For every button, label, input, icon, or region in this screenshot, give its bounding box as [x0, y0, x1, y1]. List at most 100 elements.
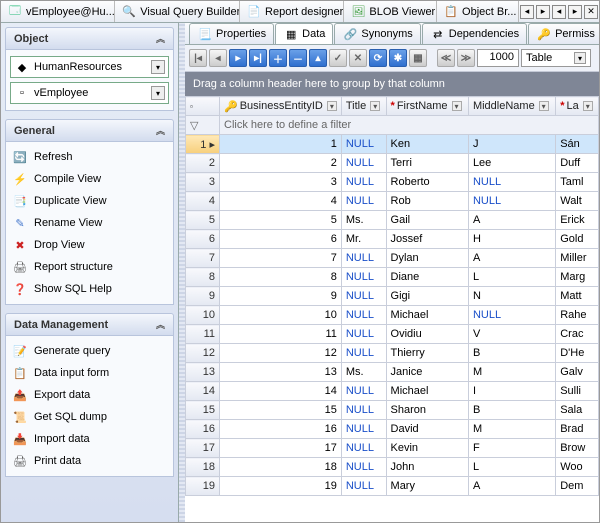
cell-id[interactable]: 4: [220, 192, 342, 211]
table-row[interactable]: 19 19NULLMaryADem: [186, 477, 599, 496]
table-row[interactable]: 11 11NULLOvidiuVCrac: [186, 325, 599, 344]
table-row[interactable]: 7 7NULLDylanAMiller: [186, 249, 599, 268]
cell-middlename[interactable]: I: [468, 382, 555, 401]
cell-lastname[interactable]: Erick: [556, 211, 599, 230]
cell-title[interactable]: NULL: [341, 154, 386, 173]
cell-middlename[interactable]: B: [468, 401, 555, 420]
cell-title[interactable]: NULL: [341, 401, 386, 420]
cell-firstname[interactable]: Roberto: [386, 173, 468, 192]
cell-lastname[interactable]: Marg: [556, 268, 599, 287]
tab-scroll-button[interactable]: ✕: [584, 5, 598, 19]
cell-middlename[interactable]: L: [468, 268, 555, 287]
menu-item-export-data[interactable]: 📤Export data: [10, 384, 169, 406]
row-number[interactable]: 13: [186, 363, 220, 382]
cell-title[interactable]: NULL: [341, 306, 386, 325]
cell-id[interactable]: 7: [220, 249, 342, 268]
cell-id[interactable]: 6: [220, 230, 342, 249]
row-number[interactable]: 3: [186, 173, 220, 192]
cell-title[interactable]: Ms.: [341, 363, 386, 382]
cell-lastname[interactable]: Taml: [556, 173, 599, 192]
menu-item-generate-query[interactable]: 📝Generate query: [10, 340, 169, 362]
insert-record-button[interactable]: ＋: [269, 49, 287, 67]
table-row[interactable]: 16 16NULLDavidMBrad: [186, 420, 599, 439]
filter-button[interactable]: ▦: [409, 49, 427, 67]
cell-id[interactable]: 18: [220, 458, 342, 477]
cell-id[interactable]: 5: [220, 211, 342, 230]
row-number[interactable]: 19: [186, 477, 220, 496]
cell-id[interactable]: 17: [220, 439, 342, 458]
table-row[interactable]: 6 6Mr.JossefHGold: [186, 230, 599, 249]
row-number[interactable]: 2: [186, 154, 220, 173]
cell-firstname[interactable]: Gigi: [386, 287, 468, 306]
window-tab[interactable]: 🖼BLOB Viewer: [344, 1, 437, 22]
cell-lastname[interactable]: Sala: [556, 401, 599, 420]
cell-middlename[interactable]: F: [468, 439, 555, 458]
cell-firstname[interactable]: Sharon: [386, 401, 468, 420]
column-header-businessentityid[interactable]: 🔑BusinessEntityID▾: [220, 97, 342, 116]
row-number[interactable]: 4: [186, 192, 220, 211]
cell-middlename[interactable]: J: [468, 135, 555, 154]
cell-id[interactable]: 10: [220, 306, 342, 325]
cell-lastname[interactable]: Gold: [556, 230, 599, 249]
row-number[interactable]: 14: [186, 382, 220, 401]
cell-middlename[interactable]: B: [468, 344, 555, 363]
cell-middlename[interactable]: M: [468, 420, 555, 439]
column-header-firstname[interactable]: * FirstName▾: [386, 97, 468, 116]
object-panel-header[interactable]: Object ︽: [5, 27, 174, 50]
row-number[interactable]: 15: [186, 401, 220, 420]
menu-item-data-input-form[interactable]: 📋Data input form: [10, 362, 169, 384]
cell-middlename[interactable]: NULL: [468, 192, 555, 211]
view-tab-permiss[interactable]: 🔑Permiss: [528, 23, 599, 44]
menu-item-report-structure[interactable]: 🖨Report structure: [10, 256, 169, 278]
menu-item-refresh[interactable]: 🔄Refresh: [10, 146, 169, 168]
cell-lastname[interactable]: Rahe: [556, 306, 599, 325]
table-row[interactable]: 5 5Ms.GailAErick: [186, 211, 599, 230]
column-menu-icon[interactable]: ▾: [539, 101, 549, 111]
cell-middlename[interactable]: N: [468, 287, 555, 306]
cell-firstname[interactable]: Kevin: [386, 439, 468, 458]
cell-lastname[interactable]: Galv: [556, 363, 599, 382]
cell-lastname[interactable]: D'He: [556, 344, 599, 363]
cell-firstname[interactable]: Thierry: [386, 344, 468, 363]
cell-middlename[interactable]: L: [468, 458, 555, 477]
cell-lastname[interactable]: Sulli: [556, 382, 599, 401]
cell-title[interactable]: NULL: [341, 192, 386, 211]
row-number[interactable]: 11: [186, 325, 220, 344]
cell-id[interactable]: 9: [220, 287, 342, 306]
cell-lastname[interactable]: Matt: [556, 287, 599, 306]
page-prev-button[interactable]: ≪: [437, 49, 455, 67]
cell-lastname[interactable]: Brow: [556, 439, 599, 458]
prev-record-button[interactable]: ◂: [209, 49, 227, 67]
table-row[interactable]: 1 ▸1NULLKenJSán: [186, 135, 599, 154]
column-menu-icon[interactable]: ▾: [327, 101, 337, 111]
cell-firstname[interactable]: Jossef: [386, 230, 468, 249]
cell-middlename[interactable]: NULL: [468, 173, 555, 192]
table-row[interactable]: 12 12NULLThierryBD'He: [186, 344, 599, 363]
menu-item-import-data[interactable]: 📥Import data: [10, 428, 169, 450]
post-edit-button[interactable]: ✓: [329, 49, 347, 67]
cell-title[interactable]: NULL: [341, 268, 386, 287]
next-record-button[interactable]: ▸: [229, 49, 247, 67]
window-tab[interactable]: 🗔vEmployee@Hu...: [1, 1, 115, 22]
cell-lastname[interactable]: Brad: [556, 420, 599, 439]
cell-lastname[interactable]: Woo: [556, 458, 599, 477]
cell-id[interactable]: 1: [220, 135, 342, 154]
cell-title[interactable]: NULL: [341, 173, 386, 192]
cell-id[interactable]: 15: [220, 401, 342, 420]
data-mgmt-panel-header[interactable]: Data Management ︽: [5, 313, 174, 336]
column-menu-icon[interactable]: ▾: [452, 101, 462, 111]
cell-id[interactable]: 14: [220, 382, 342, 401]
cell-middlename[interactable]: A: [468, 477, 555, 496]
cell-middlename[interactable]: A: [468, 211, 555, 230]
tab-scroll-button[interactable]: ◂: [552, 5, 566, 19]
cell-firstname[interactable]: Dylan: [386, 249, 468, 268]
row-number[interactable]: 6: [186, 230, 220, 249]
cell-lastname[interactable]: Duff: [556, 154, 599, 173]
table-row[interactable]: 4 4NULLRobNULLWalt: [186, 192, 599, 211]
menu-item-show-sql-help[interactable]: ❓Show SQL Help: [10, 278, 169, 300]
column-header-middlename[interactable]: MiddleName▾: [468, 97, 555, 116]
tab-scroll-button[interactable]: ◂: [520, 5, 534, 19]
cell-firstname[interactable]: Ovidiu: [386, 325, 468, 344]
refresh-button[interactable]: ⟳: [369, 49, 387, 67]
cell-lastname[interactable]: Dem: [556, 477, 599, 496]
